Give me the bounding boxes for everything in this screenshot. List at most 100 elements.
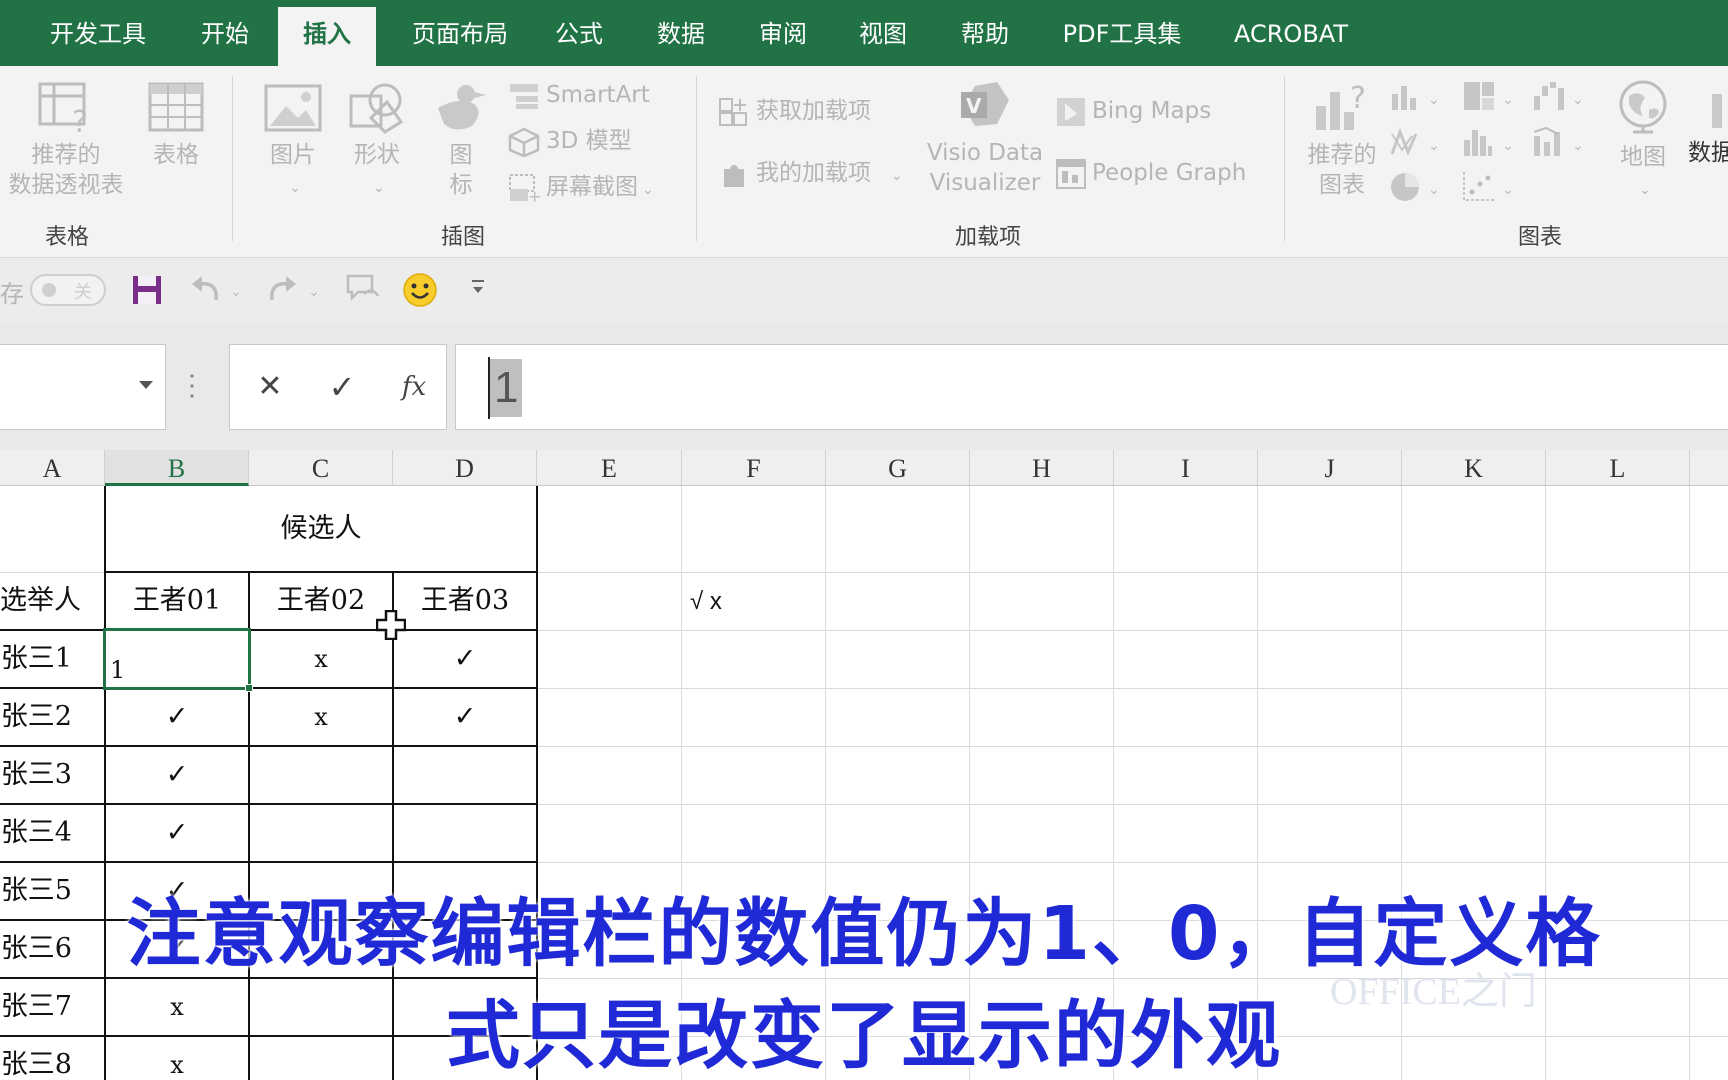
column-header-l[interactable]: L bbox=[1546, 450, 1690, 486]
scatter-chart-button[interactable]: ⌄ bbox=[1462, 170, 1518, 208]
recommended-charts-icon: ? bbox=[1316, 82, 1366, 130]
cell-vote[interactable]: ✓ bbox=[394, 688, 536, 746]
recommended-charts-label-1: 推荐的 bbox=[1307, 142, 1377, 168]
cell-voter[interactable]: 张三3 bbox=[0, 746, 104, 804]
cell-vote[interactable]: ✓ bbox=[106, 746, 248, 804]
formula-bar-resize-handle[interactable] bbox=[190, 372, 194, 400]
line-chart-button[interactable]: ⌄ bbox=[1390, 126, 1446, 164]
customize-qat-button[interactable] bbox=[470, 278, 486, 316]
recommended-charts-button[interactable]: ? 推荐的 图表 bbox=[1300, 82, 1384, 200]
picture-icon bbox=[264, 84, 322, 132]
comment-button[interactable] bbox=[344, 272, 382, 310]
cell-vote[interactable]: x bbox=[250, 688, 392, 746]
waterfall-chart-button[interactable]: ⌄ bbox=[1532, 80, 1588, 118]
comment-icon bbox=[346, 274, 380, 302]
ribbon-tab-bar: 开发工具 开始 插入 页面布局 公式 数据 审阅 视图 帮助 PDF工具集 AC… bbox=[0, 0, 1728, 66]
tab-review[interactable]: 审阅 bbox=[748, 0, 818, 66]
3d-models-button[interactable]: 3D 模型 bbox=[508, 126, 632, 157]
tab-home[interactable]: 开始 bbox=[186, 0, 264, 66]
redo-button[interactable]: ⌄ bbox=[266, 272, 326, 310]
pictures-button[interactable]: 图片 ⌄ bbox=[258, 82, 328, 203]
insert-function-button[interactable]: fx bbox=[394, 365, 434, 409]
fill-handle[interactable] bbox=[245, 684, 253, 692]
cell-candidate-3[interactable]: 王者03 bbox=[394, 572, 536, 630]
quick-access-toolbar: 存 关 ⌄ ⌄ bbox=[0, 258, 1728, 324]
smartart-button[interactable]: SmartArt bbox=[508, 80, 650, 110]
save-button[interactable] bbox=[130, 272, 164, 310]
tab-insert[interactable]: 插入 bbox=[278, 7, 376, 66]
icons-label-2: 标 bbox=[449, 172, 473, 198]
column-header-f[interactable]: F bbox=[682, 450, 826, 486]
cell-vote[interactable]: ✓ bbox=[106, 804, 248, 862]
visio-data-visualizer-button[interactable]: V Visio Data Visualizer bbox=[920, 80, 1050, 198]
cell-vote[interactable] bbox=[394, 746, 536, 804]
maps-button[interactable]: 地图 ⌄ bbox=[1608, 80, 1678, 205]
column-header-k[interactable]: K bbox=[1402, 450, 1546, 486]
icons-button[interactable]: 图 标 bbox=[426, 82, 496, 200]
cell-vote[interactable] bbox=[250, 804, 392, 862]
column-header-d[interactable]: D bbox=[393, 450, 537, 486]
smiley-button[interactable] bbox=[402, 272, 438, 310]
formula-input[interactable]: 1 bbox=[455, 344, 1728, 430]
chevron-down-icon bbox=[472, 280, 484, 293]
tab-view[interactable]: 视图 bbox=[848, 0, 918, 66]
cell-vote[interactable] bbox=[250, 746, 392, 804]
column-header-a[interactable]: A bbox=[0, 450, 105, 486]
column-header-i[interactable]: I bbox=[1114, 450, 1258, 486]
recommended-pivot-button[interactable]: ? 推荐的 数据透视表 bbox=[6, 82, 126, 200]
cell-voter[interactable]: 张三4 bbox=[0, 804, 104, 862]
combo-chart-button[interactable]: ⌄ bbox=[1532, 126, 1588, 164]
get-addins-button[interactable]: 获取加载项 bbox=[718, 96, 871, 127]
recommended-pivot-label-2: 数据透视表 bbox=[8, 172, 124, 198]
tab-developer[interactable]: 开发工具 bbox=[34, 0, 162, 66]
cell-candidate-2[interactable]: 王者02 bbox=[250, 572, 392, 630]
pie-chart-button[interactable]: ⌄ bbox=[1390, 170, 1446, 208]
cell-candidate-1[interactable]: 王者01 bbox=[106, 572, 248, 630]
gridline bbox=[537, 688, 1728, 689]
enter-button[interactable]: ✓ bbox=[322, 365, 362, 409]
name-box[interactable] bbox=[0, 344, 166, 430]
bing-maps-button[interactable]: Bing Maps bbox=[1056, 96, 1211, 127]
cell-voter-header[interactable]: 选举人 bbox=[0, 572, 104, 630]
cancel-button[interactable]: ✕ bbox=[250, 365, 290, 409]
column-header-m[interactable] bbox=[1690, 450, 1728, 486]
column-header-b[interactable]: B bbox=[105, 450, 249, 486]
column-header-e[interactable]: E bbox=[537, 450, 682, 486]
cell-vote[interactable]: ✓ bbox=[106, 688, 248, 746]
undo-button[interactable]: ⌄ bbox=[188, 272, 248, 310]
tab-help[interactable]: 帮助 bbox=[950, 0, 1020, 66]
cell-vote[interactable]: ✓ bbox=[394, 630, 536, 688]
visio-label-2: Visualizer bbox=[929, 170, 1041, 196]
column-header-j[interactable]: J bbox=[1258, 450, 1402, 486]
my-addins-button[interactable]: 我的加载项 ⌄ bbox=[718, 158, 903, 191]
group-label-addins: 加载项 bbox=[954, 225, 1021, 250]
column-chart-button[interactable]: ⌄ bbox=[1390, 80, 1446, 118]
cell-vote[interactable]: x bbox=[250, 630, 392, 688]
svg-text:⌄: ⌄ bbox=[1428, 138, 1440, 154]
cell-voter[interactable]: 张三2 bbox=[0, 688, 104, 746]
tab-data[interactable]: 数据 bbox=[646, 0, 716, 66]
statistic-chart-button[interactable]: ⌄ bbox=[1462, 126, 1518, 164]
tab-acrobat[interactable]: ACROBAT bbox=[1228, 0, 1354, 66]
cell-candidates-header[interactable]: 候选人 bbox=[106, 486, 536, 572]
treemap-icon: ⌄ bbox=[1464, 82, 1514, 110]
hierarchy-chart-button[interactable]: ⌄ bbox=[1462, 80, 1518, 118]
cell-vote[interactable] bbox=[394, 804, 536, 862]
pivot-chart-button[interactable]: 数据 bbox=[1688, 80, 1728, 168]
people-graph-button[interactable]: People Graph bbox=[1056, 158, 1246, 189]
screenshot-button[interactable]: + 屏幕截图 ⌄ bbox=[508, 172, 654, 205]
tab-pdf-tools[interactable]: PDF工具集 bbox=[1054, 0, 1190, 66]
svg-text:?: ? bbox=[1350, 82, 1366, 116]
tab-page-layout[interactable]: 页面布局 bbox=[396, 0, 524, 66]
name-box-dropdown-icon[interactable] bbox=[138, 379, 154, 391]
column-header-g[interactable]: G bbox=[826, 450, 970, 486]
column-header-h[interactable]: H bbox=[970, 450, 1114, 486]
column-header-c[interactable]: C bbox=[249, 450, 393, 486]
shapes-icon bbox=[349, 83, 404, 134]
cell-voter[interactable]: 张三1 bbox=[0, 630, 104, 688]
cell-f2-symbols[interactable]: √ x bbox=[690, 572, 820, 630]
autosave-toggle[interactable]: 关 bbox=[30, 274, 106, 306]
table-button[interactable]: 表格 bbox=[138, 82, 214, 170]
tab-formulas[interactable]: 公式 bbox=[544, 0, 614, 66]
shapes-button[interactable]: 形状 ⌄ bbox=[342, 82, 412, 203]
